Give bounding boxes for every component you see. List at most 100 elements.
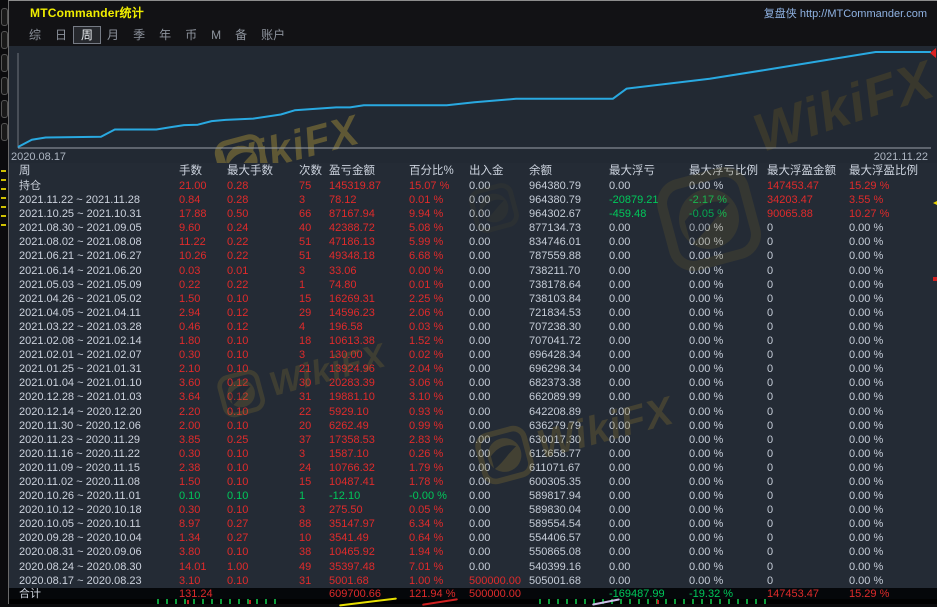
cell: 0.03 % (409, 320, 469, 334)
cell: 0.00 % (849, 489, 937, 503)
table-row[interactable]: 2020.11.09 ~ 2020.11.152.380.102410766.3… (9, 461, 937, 475)
menu-item-季[interactable]: 季 (126, 27, 152, 43)
menu-item-账户[interactable]: 账户 (254, 27, 292, 43)
header-cell[interactable]: 盈亏金额 (329, 163, 409, 179)
header-cell[interactable]: 最大浮盈金额 (767, 163, 849, 179)
menu-bar: 综日周月季年币M备账户 (9, 24, 937, 46)
table-row[interactable]: 2020.10.12 ~ 2020.10.180.300.103275.500.… (9, 503, 937, 517)
menu-item-综[interactable]: 综 (22, 27, 48, 43)
cell: 0.00 (469, 306, 529, 320)
table-row[interactable]: 2020.11.02 ~ 2020.11.081.500.101510487.4… (9, 475, 937, 489)
chart-x-start-label: 2020.08.17 (11, 151, 66, 163)
cell: 6262.49 (329, 419, 409, 433)
menu-item-币[interactable]: 币 (178, 27, 204, 43)
menu-item-备[interactable]: 备 (228, 27, 254, 43)
table-row[interactable]: 2020.11.30 ~ 2020.12.062.000.10206262.49… (9, 419, 937, 433)
cell: 696428.34 (529, 348, 609, 362)
header-cell[interactable]: 手数 (179, 163, 227, 179)
menu-item-周[interactable]: 周 (74, 27, 100, 43)
cell: 2.38 (179, 461, 227, 475)
table-row[interactable]: 2020.08.17 ~ 2020.08.233.100.10315001.68… (9, 574, 937, 588)
cell: 0.00 % (689, 574, 767, 588)
cell: 0.10 (227, 405, 299, 419)
cell: 35147.97 (329, 517, 409, 531)
row-label: 2021.01.25 ~ 2021.01.31 (19, 362, 179, 376)
menu-item-M[interactable]: M (204, 27, 228, 43)
cell: 7.01 % (409, 560, 469, 574)
table-row[interactable]: 2021.05.03 ~ 2021.05.090.220.22174.800.0… (9, 278, 937, 292)
cell: 0.00 (609, 405, 689, 419)
header-cell[interactable]: 次数 (299, 163, 329, 179)
row-label: 2021.08.30 ~ 2021.09.05 (19, 221, 179, 235)
cell: 20283.39 (329, 376, 409, 390)
cell: 0.00 (469, 292, 529, 306)
table-row[interactable]: 2021.04.05 ~ 2021.04.112.940.122914596.2… (9, 306, 937, 320)
cell: 10.27 % (849, 207, 937, 221)
table-row[interactable]: 2021.08.02 ~ 2021.08.0811.220.225147186.… (9, 235, 937, 249)
menu-item-日[interactable]: 日 (48, 27, 74, 43)
cell: 0.00 % (689, 433, 767, 447)
table-row[interactable]: 2020.08.24 ~ 2020.08.3014.011.004935397.… (9, 560, 937, 574)
cell: 1.34 (179, 531, 227, 545)
cell: 0.00 (469, 278, 529, 292)
background-candle-red (187, 600, 189, 604)
cell: -12.10 (329, 489, 409, 503)
table-row[interactable]: 2021.01.25 ~ 2021.01.312.100.102113924.9… (9, 362, 937, 376)
equity-chart[interactable]: WikiFX WikiFX 2020.08.17 2021.11.22 (9, 46, 937, 163)
cell: 0.50 (227, 207, 299, 221)
cell: 0.93 % (409, 405, 469, 419)
cell: 787559.88 (529, 249, 609, 263)
table-row[interactable]: 持仓21.000.2875145319.8715.07 %0.00964380.… (9, 179, 937, 193)
table-row[interactable]: 2021.03.22 ~ 2021.03.280.460.124196.580.… (9, 320, 937, 334)
row-label: 2020.11.09 ~ 2020.11.15 (19, 461, 179, 475)
table-row[interactable]: 2021.06.14 ~ 2021.06.200.030.01333.060.0… (9, 264, 937, 278)
cell: 0.10 (227, 574, 299, 588)
table-row[interactable]: 2020.09.28 ~ 2020.10.041.340.27103541.49… (9, 531, 937, 545)
header-cell[interactable]: 余额 (529, 163, 609, 179)
table-row[interactable]: 2021.02.01 ~ 2021.02.070.300.103130.000.… (9, 348, 937, 362)
cell: 738103.84 (529, 292, 609, 306)
table-row[interactable]: 2021.10.25 ~ 2021.10.3117.880.506687167.… (9, 207, 937, 221)
cell: 0 (767, 574, 849, 588)
background-toolbar-button (1, 123, 8, 141)
cell: 0.00 % (849, 376, 937, 390)
cell: 47186.13 (329, 235, 409, 249)
menu-item-月[interactable]: 月 (100, 27, 126, 43)
cell: 5001.68 (329, 574, 409, 588)
header-cell[interactable]: 百分比% (409, 163, 469, 179)
table-row[interactable]: 2021.01.04 ~ 2021.01.103.600.123020283.3… (9, 376, 937, 390)
header-cell[interactable]: 最大手数 (227, 163, 299, 179)
header-cell[interactable]: 周 (19, 163, 179, 179)
table-row[interactable]: 2020.11.23 ~ 2020.11.293.850.253717358.5… (9, 433, 937, 447)
cell: 589554.54 (529, 517, 609, 531)
row-label: 2020.11.23 ~ 2020.11.29 (19, 433, 179, 447)
table-row[interactable]: 2021.06.21 ~ 2021.06.2710.260.225149348.… (9, 249, 937, 263)
title-bar[interactable]: MTCommander统计 复盘侠 http://MTCommander.com (9, 1, 937, 24)
cell: 0.00 (609, 390, 689, 404)
brand-link[interactable]: 复盘侠 http://MTCommander.com (764, 5, 927, 21)
cell: 31 (299, 574, 329, 588)
table-row[interactable]: 2020.12.28 ~ 2021.01.033.640.123119881.1… (9, 390, 937, 404)
cell: 1587.10 (329, 447, 409, 461)
table-row[interactable]: 2021.08.30 ~ 2021.09.059.600.244042388.7… (9, 221, 937, 235)
background-marker (1, 197, 6, 199)
cell: 0.00 (469, 334, 529, 348)
header-cell[interactable]: 最大浮亏比例 (689, 163, 767, 179)
table-row[interactable]: 2021.04.26 ~ 2021.05.021.500.101516269.3… (9, 292, 937, 306)
cell: 3.10 % (409, 390, 469, 404)
table-row[interactable]: 2020.12.14 ~ 2020.12.202.200.10225929.10… (9, 405, 937, 419)
cell: 0.01 % (409, 278, 469, 292)
table-row[interactable]: 2020.11.16 ~ 2020.11.220.300.1031587.100… (9, 447, 937, 461)
table-row[interactable]: 2021.11.22 ~ 2021.11.280.840.28378.120.0… (9, 193, 937, 207)
table-row[interactable]: 2021.02.08 ~ 2021.02.141.800.101810613.3… (9, 334, 937, 348)
background-window-left-sliver (0, 0, 8, 604)
header-cell[interactable]: 出入金 (469, 163, 529, 179)
header-cell[interactable]: 最大浮亏 (609, 163, 689, 179)
table-row[interactable]: 2020.10.05 ~ 2020.10.118.970.278835147.9… (9, 517, 937, 531)
cell: 589830.04 (529, 503, 609, 517)
table-row[interactable]: 2020.08.31 ~ 2020.09.063.800.103810465.9… (9, 545, 937, 559)
cell: 3.64 (179, 390, 227, 404)
menu-item-年[interactable]: 年 (152, 27, 178, 43)
table-row[interactable]: 2020.10.26 ~ 2020.11.010.100.101-12.10-0… (9, 489, 937, 503)
header-cell[interactable]: 最大浮盈比例 (849, 163, 937, 179)
